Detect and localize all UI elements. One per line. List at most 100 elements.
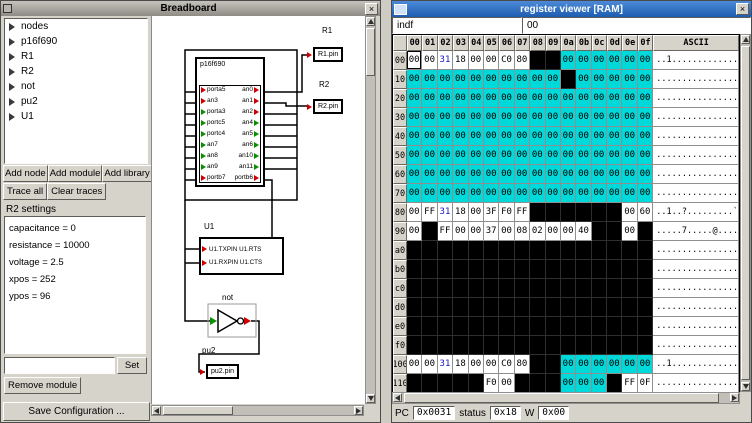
attribute-entry[interactable] xyxy=(4,357,115,374)
chip-pin-portc4[interactable]: portc4 xyxy=(201,131,225,138)
horizontal-scrollbar[interactable] xyxy=(151,405,364,416)
reg-cell[interactable]: 00 xyxy=(407,203,422,222)
reg-cell[interactable] xyxy=(484,336,499,355)
reg-cell[interactable]: 00 xyxy=(546,146,561,165)
reg-cell[interactable]: 0F xyxy=(638,374,653,393)
reg-cell[interactable]: FF xyxy=(515,203,530,222)
reg-cell[interactable]: 00 xyxy=(622,127,637,146)
reg-cell[interactable]: 00 xyxy=(422,51,437,70)
reg-cell[interactable]: 00 xyxy=(407,146,422,165)
reg-cell[interactable] xyxy=(515,374,530,393)
reg-cell[interactable]: 00 xyxy=(576,184,591,203)
reg-cell[interactable]: 00 xyxy=(546,184,561,203)
reg-cell[interactable] xyxy=(546,317,561,336)
reg-cell[interactable]: 00 xyxy=(638,70,653,89)
reg-cell[interactable]: 00 xyxy=(592,127,607,146)
chip-pin-portb7[interactable]: portb7 xyxy=(201,175,225,182)
tree-item-U1[interactable]: U1 xyxy=(5,109,147,124)
reg-cell[interactable] xyxy=(546,374,561,393)
reg-cell[interactable] xyxy=(484,260,499,279)
reg-cell[interactable]: 00 xyxy=(407,184,422,203)
reg-cell[interactable] xyxy=(515,260,530,279)
trace-all-button[interactable]: Trace all xyxy=(3,183,47,200)
reg-cell[interactable]: 00 xyxy=(499,70,514,89)
reg-cell[interactable]: 00 xyxy=(469,203,484,222)
add-library-button[interactable]: Add library xyxy=(102,165,151,182)
reg-cell[interactable] xyxy=(453,317,468,336)
reg-cell[interactable]: 00 xyxy=(453,108,468,127)
reg-cell[interactable] xyxy=(469,374,484,393)
chip-pin-an4[interactable]: an4 xyxy=(235,120,259,127)
reg-cell[interactable] xyxy=(422,222,437,241)
reg-cell[interactable]: 00 xyxy=(607,165,622,184)
reg-cell[interactable]: 00 xyxy=(453,127,468,146)
reg-cell[interactable] xyxy=(530,279,545,298)
reg-cell[interactable]: 00 xyxy=(530,108,545,127)
reg-cell[interactable]: 00 xyxy=(499,165,514,184)
reg-cell[interactable]: 02 xyxy=(530,222,545,241)
reg-cell[interactable] xyxy=(515,298,530,317)
reg-cell[interactable]: 00 xyxy=(592,146,607,165)
reg-cell[interactable]: 00 xyxy=(607,184,622,203)
reg-cell[interactable]: 00 xyxy=(484,146,499,165)
reg-cell[interactable] xyxy=(561,203,576,222)
reg-cell[interactable]: 00 xyxy=(438,165,453,184)
reg-cell[interactable] xyxy=(438,279,453,298)
reg-cell[interactable]: C0 xyxy=(499,51,514,70)
reg-cell[interactable]: 00 xyxy=(546,108,561,127)
reg-cell[interactable]: 00 xyxy=(622,89,637,108)
reg-cell[interactable] xyxy=(592,260,607,279)
reg-cell[interactable] xyxy=(499,336,514,355)
reg-cell[interactable] xyxy=(561,279,576,298)
tree-item-R2[interactable]: R2 xyxy=(5,64,147,79)
reg-cell[interactable]: 00 xyxy=(561,222,576,241)
reg-cell[interactable]: 00 xyxy=(561,184,576,203)
reg-cell[interactable]: 00 xyxy=(438,89,453,108)
module-label-not[interactable]: not xyxy=(222,293,233,302)
reg-cell[interactable] xyxy=(484,298,499,317)
reg-cell[interactable]: 00 xyxy=(469,70,484,89)
reg-cell[interactable] xyxy=(407,241,422,260)
reg-cell[interactable] xyxy=(407,317,422,336)
reg-cell[interactable] xyxy=(546,51,561,70)
reg-cell[interactable] xyxy=(622,241,637,260)
reg-cell[interactable]: 00 xyxy=(422,146,437,165)
module-pu2-pin[interactable]: pu2.pin xyxy=(200,364,239,379)
reg-cell[interactable]: 00 xyxy=(530,165,545,184)
reg-cell[interactable]: 00 xyxy=(622,70,637,89)
reg-cell[interactable] xyxy=(530,203,545,222)
reg-cell[interactable] xyxy=(469,279,484,298)
reg-cell[interactable] xyxy=(515,241,530,260)
reg-cell[interactable]: 00 xyxy=(407,89,422,108)
reg-cell[interactable]: 00 xyxy=(622,51,637,70)
reg-cell[interactable] xyxy=(438,260,453,279)
reg-cell[interactable]: 00 xyxy=(546,222,561,241)
reg-cell[interactable]: 00 xyxy=(622,203,637,222)
reg-cell[interactable] xyxy=(499,298,514,317)
reg-cell[interactable] xyxy=(638,317,653,336)
reg-cell[interactable]: 80 xyxy=(515,51,530,70)
reg-cell[interactable]: 00 xyxy=(453,146,468,165)
reg-cell[interactable] xyxy=(546,336,561,355)
expander-icon[interactable] xyxy=(9,98,15,106)
reg-cell[interactable]: 08 xyxy=(515,222,530,241)
reg-cell[interactable]: 00 xyxy=(622,165,637,184)
expander-icon[interactable] xyxy=(9,68,15,76)
reg-cell[interactable]: 00 xyxy=(422,89,437,108)
reg-cell[interactable]: C0 xyxy=(499,355,514,374)
reg-cell[interactable]: 00 xyxy=(499,146,514,165)
reg-cell[interactable] xyxy=(530,298,545,317)
reg-cell[interactable]: 00 xyxy=(607,146,622,165)
reg-cell[interactable] xyxy=(622,279,637,298)
reg-cell[interactable]: 00 xyxy=(561,108,576,127)
reg-cell[interactable] xyxy=(438,241,453,260)
module-label-pu2[interactable]: pu2 xyxy=(202,346,215,355)
remove-module-button[interactable]: Remove module xyxy=(4,377,81,394)
reg-cell[interactable]: 00 xyxy=(499,374,514,393)
reg-cell[interactable]: 00 xyxy=(638,146,653,165)
chip-pin-an9[interactable]: an9 xyxy=(201,164,225,171)
reg-cell[interactable]: 37 xyxy=(484,222,499,241)
reg-cell[interactable] xyxy=(499,241,514,260)
reg-cell[interactable] xyxy=(561,260,576,279)
reg-cell[interactable] xyxy=(607,374,622,393)
